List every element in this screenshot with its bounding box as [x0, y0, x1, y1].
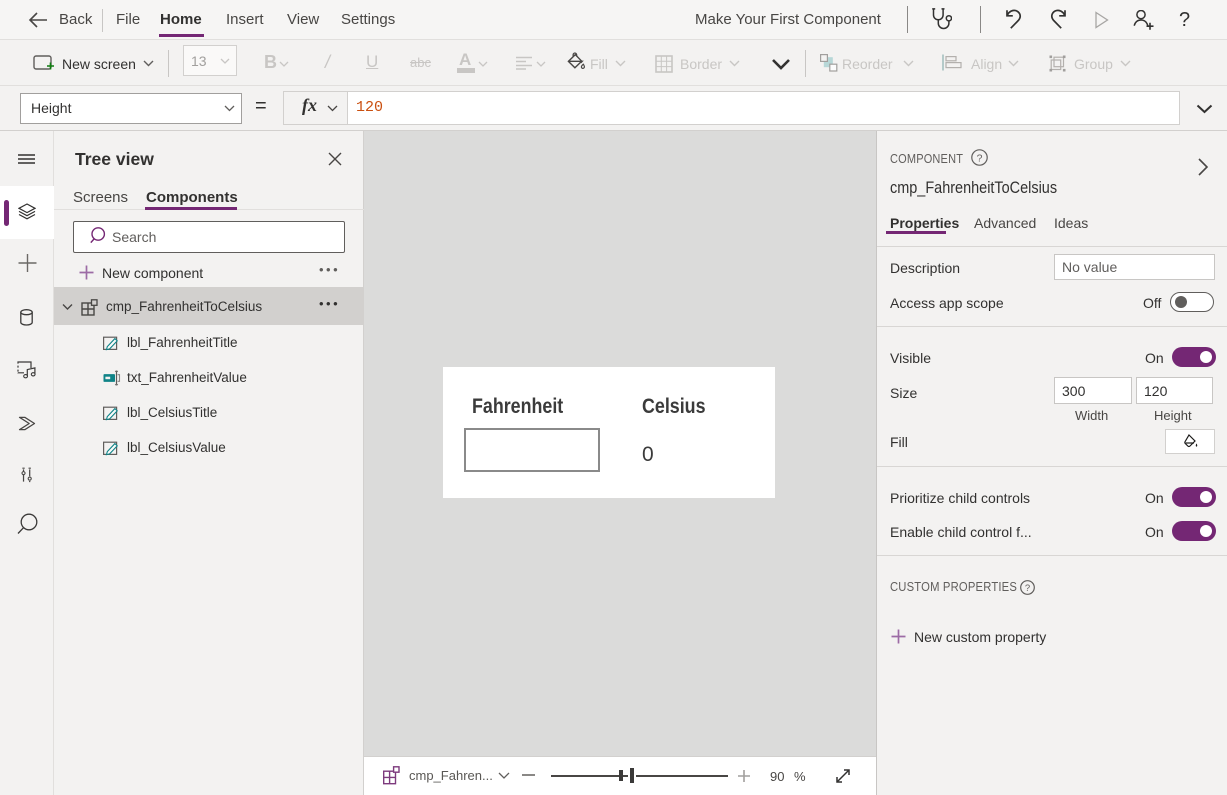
svg-text:?: ?: [977, 152, 983, 164]
svg-text:?: ?: [1025, 583, 1030, 594]
